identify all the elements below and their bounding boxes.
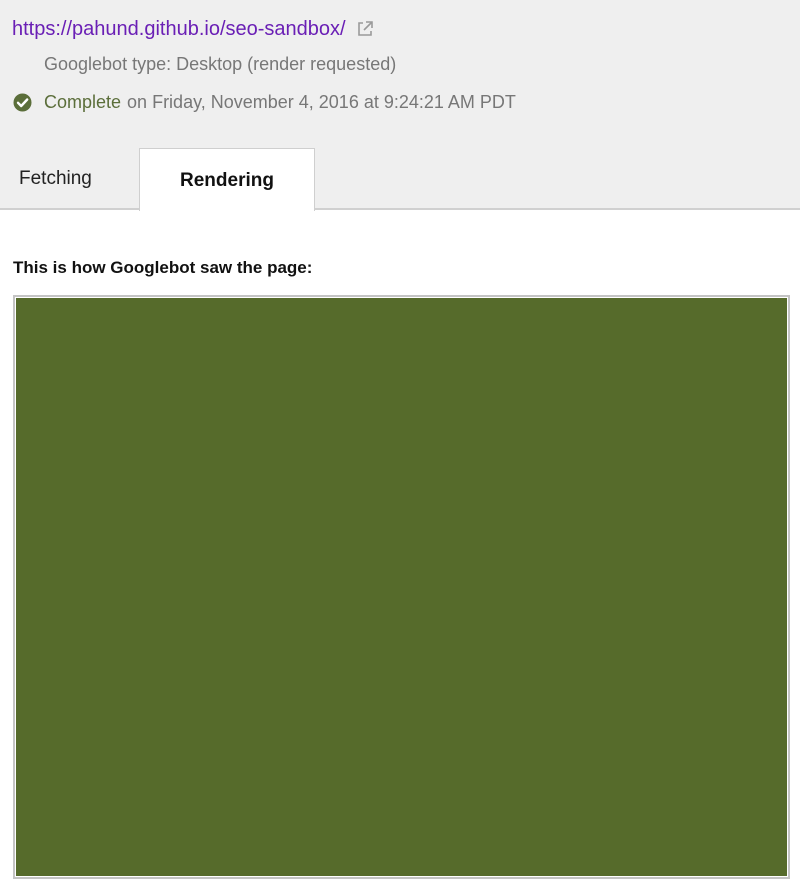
external-link-icon[interactable]	[356, 20, 374, 38]
tab-rendering[interactable]: Rendering	[139, 148, 315, 211]
fetched-url-link[interactable]: https://pahund.github.io/seo-sandbox/	[12, 18, 346, 41]
status-complete-label: Complete	[44, 91, 122, 112]
url-row: https://pahund.github.io/seo-sandbox/	[12, 14, 374, 44]
rendered-page-image	[16, 298, 787, 876]
rendered-page-preview	[13, 295, 790, 879]
tab-fetching[interactable]: Fetching	[0, 150, 134, 208]
tab-bar-divider	[0, 208, 800, 210]
result-header: https://pahund.github.io/seo-sandbox/ Go…	[0, 0, 800, 211]
check-circle-icon	[13, 93, 32, 112]
rendering-heading: This is how Googlebot saw the page:	[13, 258, 313, 277]
fetch-status: Complete on Friday, November 4, 2016 at …	[13, 89, 516, 115]
external-link-icon-graphic	[357, 21, 373, 36]
googlebot-type-label: Googlebot type: Desktop (render requeste…	[44, 54, 397, 74]
status-datetime: on Friday, November 4, 2016 at 9:24:21 A…	[127, 91, 516, 112]
